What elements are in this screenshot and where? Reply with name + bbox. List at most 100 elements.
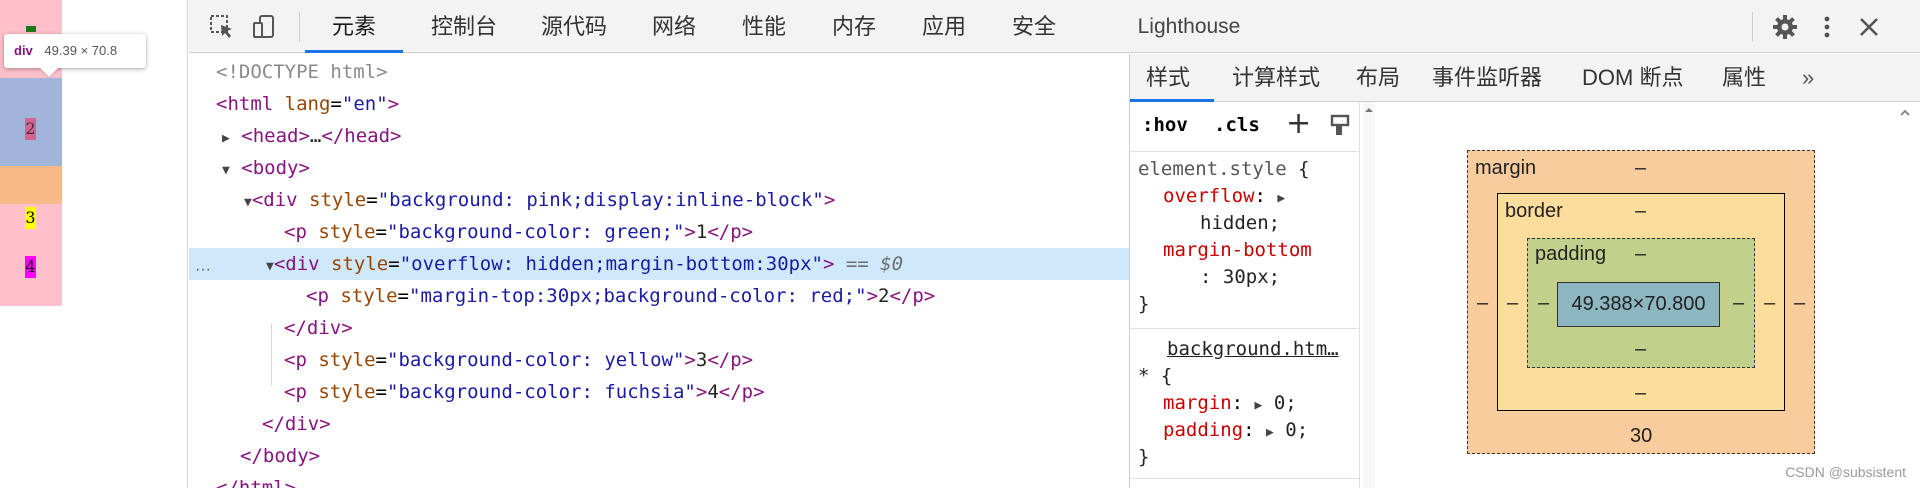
rule-decl-margin[interactable]: margin: ▶ 0; bbox=[1163, 390, 1297, 417]
stylesheet-link[interactable]: background.htm… bbox=[1167, 338, 1339, 360]
devtools-window: 元素 控制台 源代码 网络 性能 内存 应用 安全 Lighthouse <!D… bbox=[189, 0, 1920, 488]
tab-application[interactable]: 应用 bbox=[904, 0, 984, 53]
rule-decl-padding[interactable]: padding: ▶ 0; bbox=[1163, 417, 1308, 444]
dom-line-p-green[interactable]: <p style="background-color: green;">1</p… bbox=[189, 216, 1129, 248]
expand-triangle-icon[interactable]: ▶ bbox=[1266, 425, 1274, 440]
dom-line-p-fuchsia[interactable]: <p style="background-color: fuchsia">4</… bbox=[189, 376, 1129, 408]
dom-line-div-overflow-selected[interactable]: ▼<div style="overflow: hidden;margin-bot… bbox=[189, 248, 1129, 280]
dom-line-p-red[interactable]: <p style="margin-top:30px;background-col… bbox=[189, 280, 1129, 312]
rule-decl-overflow[interactable]: overflow: ▶ bbox=[1163, 183, 1285, 210]
node-actions-ellipsis-icon[interactable]: ··· bbox=[195, 261, 211, 279]
box-model-content[interactable]: 49.388×70.800 bbox=[1557, 282, 1720, 327]
paint-brush-icon[interactable] bbox=[1330, 114, 1352, 145]
property-name[interactable]: margin bbox=[1163, 392, 1232, 414]
tab-memory[interactable]: 内存 bbox=[814, 0, 894, 53]
dom-line-div-pink-close[interactable]: </div> bbox=[189, 408, 1129, 440]
rule-universal-header[interactable]: * { bbox=[1138, 363, 1172, 390]
attr-value: "background: pink;display:inline-block" bbox=[377, 189, 824, 211]
border-bottom-value[interactable]: – bbox=[1635, 382, 1646, 405]
subtab-event-listeners[interactable]: 事件监听器 bbox=[1432, 54, 1542, 102]
property-name[interactable]: overflow bbox=[1163, 185, 1255, 207]
attr-name: style bbox=[331, 253, 389, 275]
padding-bottom-value[interactable]: – bbox=[1635, 338, 1646, 361]
padding-right-value[interactable]: – bbox=[1733, 292, 1744, 315]
property-value[interactable]: 0; bbox=[1285, 419, 1308, 441]
device-toolbar-icon[interactable] bbox=[249, 12, 279, 42]
subtab-layout[interactable]: 布局 bbox=[1356, 54, 1400, 102]
property-value[interactable]: hidden; bbox=[1200, 212, 1280, 234]
tab-performance[interactable]: 性能 bbox=[724, 0, 804, 53]
border-label: border bbox=[1505, 200, 1563, 222]
rule-brace: } bbox=[1138, 293, 1150, 315]
expand-triangle-icon[interactable]: ▶ bbox=[1277, 191, 1285, 206]
border-right-value[interactable]: – bbox=[1764, 292, 1775, 315]
expand-triangle-icon[interactable]: ▶ bbox=[1255, 398, 1263, 413]
margin-bottom-value[interactable]: 30 bbox=[1630, 425, 1652, 448]
property-value[interactable]: : 30px; bbox=[1200, 266, 1280, 288]
expand-triangle-icon[interactable]: ▶ bbox=[222, 131, 230, 146]
hover-state-toggle[interactable]: :hov bbox=[1142, 114, 1188, 136]
red-paragraph: 2 bbox=[25, 118, 36, 140]
subtab-properties[interactable]: 属性 bbox=[1722, 54, 1766, 102]
dom-line-body-close[interactable]: </body> bbox=[189, 440, 1129, 472]
subtab-dom-breakpoints[interactable]: DOM 断点 bbox=[1582, 54, 1683, 102]
tab-console[interactable]: 控制台 bbox=[414, 0, 514, 53]
property-name[interactable]: padding bbox=[1163, 419, 1243, 441]
rule-selector: * bbox=[1138, 365, 1150, 387]
dom-line-div-pink[interactable]: ▼<div style="background: pink;display:in… bbox=[189, 184, 1129, 216]
rules-scrollbar[interactable] bbox=[1363, 102, 1375, 488]
tab-elements[interactable]: 元素 bbox=[309, 0, 399, 53]
new-rule-plus-icon[interactable]: + bbox=[1286, 106, 1311, 141]
tab-lighthouse[interactable]: Lighthouse bbox=[1109, 0, 1269, 53]
rule-source-link[interactable]: background.htm… bbox=[1167, 336, 1339, 363]
subtab-styles[interactable]: 样式 bbox=[1146, 54, 1190, 102]
class-toggle[interactable]: .cls bbox=[1214, 114, 1260, 136]
property-value[interactable]: 0; bbox=[1274, 392, 1297, 414]
close-icon[interactable] bbox=[1854, 12, 1884, 42]
dom-line-p-yellow[interactable]: <p style="background-color: yellow">3</p… bbox=[189, 344, 1129, 376]
attr-value: "background-color: fuchsia" bbox=[387, 381, 696, 403]
more-options-kebab-icon[interactable] bbox=[1812, 12, 1842, 42]
dom-line-html-close[interactable]: </html> bbox=[189, 472, 1129, 488]
rule-decl-margin-bottom[interactable]: margin-bottom bbox=[1163, 237, 1312, 264]
dom-line-body[interactable]: ▼ <body> bbox=[189, 152, 1129, 184]
rule-divider bbox=[1130, 478, 1359, 479]
attr-name: style bbox=[309, 189, 367, 211]
tag-head-close: </head> bbox=[321, 125, 402, 147]
padding-left-value[interactable]: – bbox=[1538, 292, 1549, 315]
rule-divider bbox=[1130, 328, 1359, 329]
dom-line-html[interactable]: <html lang="en"> bbox=[189, 88, 1129, 120]
rule-brace: { bbox=[1160, 365, 1173, 387]
dom-line-doctype[interactable]: <!DOCTYPE html> bbox=[189, 56, 1129, 88]
rule-element-style-header[interactable]: element.style { bbox=[1138, 156, 1310, 183]
tag-body-close: </body> bbox=[240, 445, 321, 467]
margin-top-value[interactable]: – bbox=[1635, 157, 1646, 180]
collapse-triangle-icon[interactable]: ▼ bbox=[222, 163, 230, 178]
margin-right-value[interactable]: – bbox=[1794, 292, 1805, 315]
rule-decl-overflow-value[interactable]: hidden; bbox=[1200, 210, 1280, 237]
tab-sources[interactable]: 源代码 bbox=[524, 0, 624, 53]
head-ellipsis[interactable]: … bbox=[310, 125, 321, 147]
attr-value: "background-color: green;" bbox=[387, 221, 685, 243]
tooltip-dimensions: 49.39 × 70.8 bbox=[44, 43, 118, 58]
padding-top-value[interactable]: – bbox=[1635, 243, 1646, 266]
green-paragraph-fragment bbox=[26, 26, 36, 32]
margin-left-value[interactable]: – bbox=[1477, 292, 1488, 315]
collapse-triangle-icon[interactable]: ▼ bbox=[266, 259, 274, 274]
dom-line-head[interactable]: ▶ <head>…</head> bbox=[189, 120, 1129, 152]
tag-html-close: </html> bbox=[216, 477, 297, 488]
border-left-value[interactable]: – bbox=[1507, 292, 1518, 315]
box-scroll-up-icon[interactable] bbox=[1899, 104, 1911, 123]
more-tabs-chevron-icon[interactable]: » bbox=[1802, 54, 1814, 102]
dom-line-div-close[interactable]: </div> bbox=[189, 312, 1129, 344]
collapse-triangle-icon[interactable]: ▼ bbox=[244, 195, 252, 210]
inspect-element-icon[interactable] bbox=[207, 12, 237, 42]
tab-security[interactable]: 安全 bbox=[994, 0, 1074, 53]
property-name[interactable]: margin-bottom bbox=[1163, 239, 1312, 261]
border-top-value[interactable]: – bbox=[1635, 200, 1646, 223]
tab-network[interactable]: 网络 bbox=[634, 0, 714, 53]
subtab-computed[interactable]: 计算样式 bbox=[1232, 54, 1320, 102]
settings-gear-icon[interactable] bbox=[1770, 12, 1800, 42]
rule-decl-margin-bottom-value[interactable]: : 30px; bbox=[1200, 264, 1280, 291]
element-inspect-tooltip: div 49.39 × 70.8 bbox=[4, 34, 146, 68]
